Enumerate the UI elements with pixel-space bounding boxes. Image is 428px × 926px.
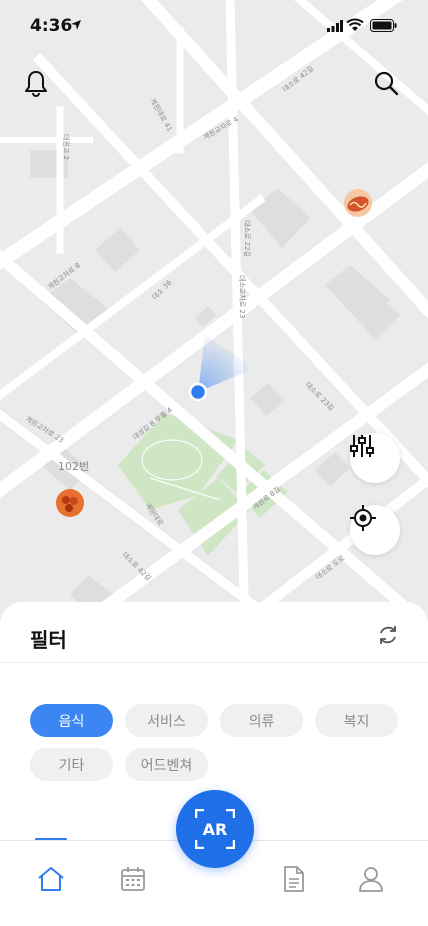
location-arrow-icon (71, 20, 81, 30)
chip-other[interactable]: 기타 (30, 748, 113, 781)
map-filter-button[interactable] (350, 433, 400, 483)
sliders-icon (350, 435, 374, 457)
chip-food[interactable]: 음식 (30, 704, 113, 737)
chip-adventure[interactable]: 어드벤쳐 (125, 748, 208, 781)
search-icon (374, 71, 399, 96)
ar-label: AR (202, 819, 228, 839)
chip-service[interactable]: 서비스 (125, 704, 208, 737)
tab-home[interactable] (33, 861, 69, 897)
chip-clothing[interactable]: 의류 (220, 704, 303, 737)
road-label: 대소로 22길 (243, 220, 251, 257)
home-icon (38, 867, 64, 891)
notifications-button[interactable] (20, 67, 52, 99)
tab-profile[interactable] (353, 861, 389, 897)
status-bar: 4:36 (0, 0, 428, 52)
food-poi-marker[interactable] (343, 188, 373, 218)
status-time: 4:36 (30, 16, 73, 36)
cellular-signal-icon (327, 20, 343, 32)
chip-welfare[interactable]: 복지 (315, 704, 398, 737)
road-label: 계원대로 41 (148, 97, 174, 133)
document-icon (284, 866, 304, 892)
current-location-dot (188, 382, 208, 402)
heading-beam (198, 335, 255, 392)
my-location-button[interactable] (350, 505, 400, 555)
tab-calendar[interactable] (115, 861, 151, 897)
map-view[interactable]: 대소로 42길 계원교차로 4 계원대로 41 대소로 22길 대원고 2 계원… (0, 0, 428, 640)
building-label: 102번 (58, 460, 89, 473)
road-label: 대소로 23길 (304, 381, 336, 413)
refresh-icon (380, 626, 396, 644)
road-label: 대원고 2 (62, 134, 71, 160)
reset-filter-button[interactable] (373, 620, 403, 650)
divider (0, 662, 428, 663)
profile-icon (359, 867, 383, 892)
ar-button[interactable]: AR (176, 790, 254, 868)
food-poi-marker[interactable] (55, 488, 85, 518)
road-label: 대소교차로 23 (238, 275, 247, 318)
crosshair-icon (350, 505, 376, 531)
sheet-title: 필터 (30, 628, 67, 652)
search-button[interactable] (370, 67, 402, 99)
battery-icon (370, 19, 397, 32)
bell-icon (25, 71, 47, 97)
tab-documents[interactable] (276, 861, 312, 897)
wifi-icon (346, 18, 364, 31)
calendar-icon (121, 867, 145, 891)
